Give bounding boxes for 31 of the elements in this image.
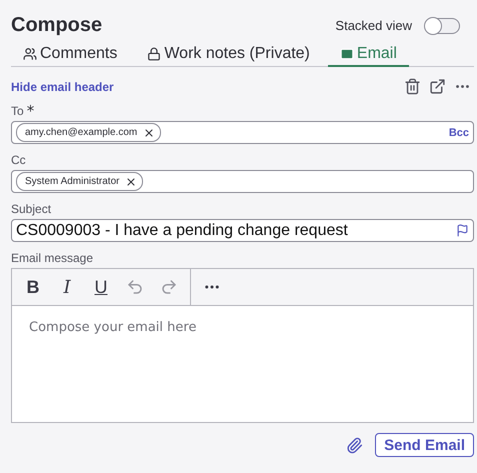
field-label: To xyxy=(11,104,24,118)
cc-field[interactable]: System Administrator xyxy=(11,170,474,193)
paperclip-icon[interactable] xyxy=(346,436,364,454)
field-label: Subject xyxy=(11,202,52,216)
recipient-chip[interactable]: amy.chen@example.com xyxy=(16,123,162,142)
trash-icon[interactable] xyxy=(404,78,421,95)
field-label: Email message xyxy=(11,251,94,265)
to-field[interactable]: amy.chen@example.com Bcc xyxy=(11,121,474,144)
flag-icon[interactable] xyxy=(456,224,469,237)
toggle-label: Stacked view xyxy=(335,18,412,33)
send-email-button[interactable]: Send Email xyxy=(375,433,474,457)
bold-button[interactable]: B xyxy=(18,273,48,301)
close-icon[interactable] xyxy=(125,176,138,188)
recipient-chip[interactable]: System Administrator xyxy=(16,172,144,191)
stacked-view-toggle[interactable] xyxy=(426,18,460,34)
close-icon[interactable] xyxy=(143,126,156,138)
italic-button[interactable]: I xyxy=(52,273,82,301)
field-label: Cc xyxy=(11,153,27,167)
underline-button[interactable]: U xyxy=(86,273,116,301)
tab[interactable]: Work notes (Private) xyxy=(135,43,322,67)
bcc-link[interactable]: Bcc xyxy=(448,126,469,138)
compose-title: Compose xyxy=(11,14,102,37)
tab[interactable]: Email xyxy=(328,43,409,67)
hide-header-link[interactable]: Hide email header xyxy=(11,80,114,94)
tab[interactable]: Comments xyxy=(11,43,130,67)
people-icon xyxy=(23,47,37,61)
message-editor[interactable]: B I U Compose your email here xyxy=(11,268,474,423)
required-mark: * xyxy=(26,105,34,117)
external-link-icon[interactable] xyxy=(429,78,446,95)
subject-field[interactable]: CS0009003 - I have a pending change request xyxy=(11,219,474,242)
lock-icon xyxy=(147,47,162,61)
